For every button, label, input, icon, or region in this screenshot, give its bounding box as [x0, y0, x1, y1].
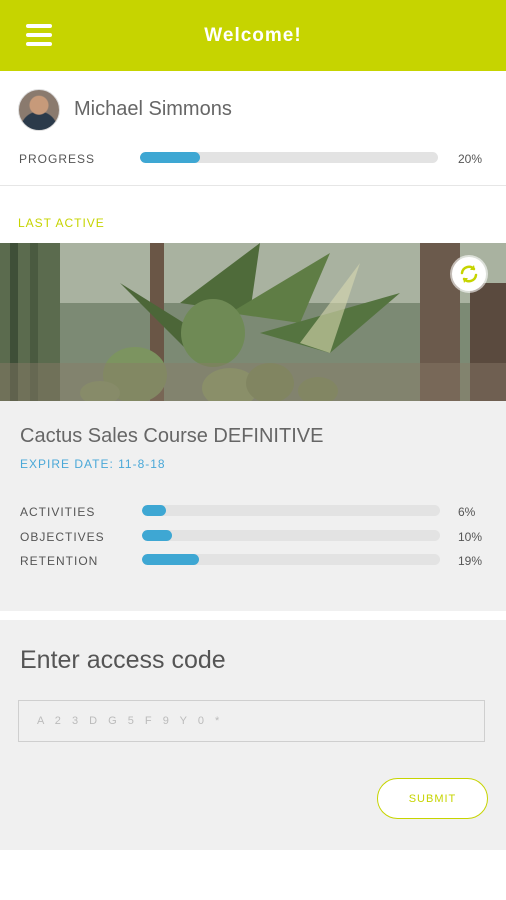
activities-progress-bar — [142, 505, 440, 516]
objectives-percent: 10% — [458, 530, 483, 544]
course-cover-image[interactable] — [0, 243, 506, 401]
page-title: Welcome! — [204, 24, 302, 46]
course-card[interactable]: Cactus Sales Course DEFINITIVE EXPIRE DA… — [0, 401, 506, 611]
overall-progress-bar — [140, 152, 438, 163]
top-app-bar: Welcome! — [0, 0, 506, 71]
progress-percent: 20% — [458, 152, 483, 166]
retention-progress-bar — [142, 554, 440, 565]
refresh-icon[interactable] — [452, 257, 486, 291]
user-profile-section: Michael Simmons PROGRESS 20% — [0, 71, 506, 185]
progress-label: PROGRESS — [19, 152, 96, 166]
access-code-input[interactable] — [18, 700, 485, 742]
objectives-progress-fill — [142, 530, 172, 541]
access-code-title: Enter access code — [20, 646, 226, 674]
section-divider — [0, 185, 506, 186]
cactus-photo — [0, 243, 506, 401]
user-name: Michael Simmons — [74, 98, 232, 120]
submit-button[interactable]: SUBMIT — [377, 778, 488, 819]
last-active-label: LAST ACTIVE — [18, 216, 105, 230]
hamburger-menu-icon[interactable] — [26, 24, 52, 46]
overall-progress-fill — [140, 152, 200, 163]
activities-progress-fill — [142, 505, 166, 516]
retention-percent: 19% — [458, 554, 483, 568]
retention-progress-fill — [142, 554, 199, 565]
activities-percent: 6% — [458, 505, 476, 519]
expire-date: EXPIRE DATE: 11-8-18 — [20, 457, 166, 471]
refresh-glyph — [460, 265, 478, 283]
avatar — [18, 89, 60, 131]
access-code-section: Enter access code SUBMIT — [0, 620, 506, 850]
stat-label-objectives: OBJECTIVES — [20, 530, 105, 544]
stat-label-retention: RETENTION — [20, 554, 99, 568]
objectives-progress-bar — [142, 530, 440, 541]
stat-label-activities: ACTIVITIES — [20, 505, 96, 519]
course-title: Cactus Sales Course DEFINITIVE — [20, 425, 324, 447]
